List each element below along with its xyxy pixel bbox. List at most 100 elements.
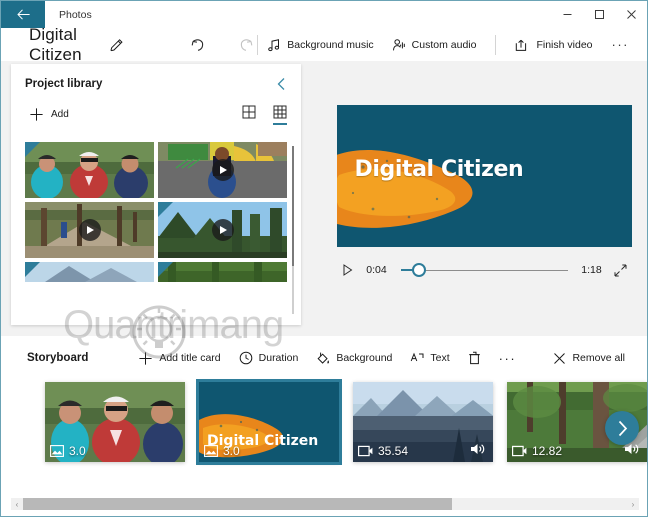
thumbnail-row xyxy=(25,262,287,282)
duration-button[interactable]: Duration xyxy=(231,346,307,370)
divider-2 xyxy=(495,34,497,55)
storyboard-clips: 3.0 Digital Citizen 3.0 35.54 12.82 xyxy=(1,379,647,465)
storyboard-next-button[interactable] xyxy=(605,411,639,445)
fullscreen-icon xyxy=(614,264,627,276)
video-preview-area: Digital Citizen 0:04 1:18 xyxy=(321,61,647,336)
command-bar: Digital Citizen Background music Custom … xyxy=(1,25,647,64)
collapse-library-button[interactable] xyxy=(276,77,287,91)
minimize-button[interactable] xyxy=(551,1,583,28)
command-overflow-button[interactable]: ··· xyxy=(602,32,640,57)
storyboard-clip-title-card[interactable]: Digital Citizen 3.0 xyxy=(196,379,342,465)
remove-all-button[interactable]: Remove all xyxy=(545,347,633,370)
storyboard-toolbar: Storyboard Add title card Duration Backg… xyxy=(1,336,647,380)
speaker-icon xyxy=(471,444,485,454)
storyboard-panel: Storyboard Add title card Duration Backg… xyxy=(1,336,647,516)
library-thumb-green-forest-photo[interactable] xyxy=(158,262,287,282)
storyboard-horizontal-scrollbar[interactable]: ‹ › xyxy=(11,498,639,510)
current-time-label: 0:04 xyxy=(366,264,387,276)
total-time-label: 1:18 xyxy=(581,264,602,276)
play-icon xyxy=(343,264,353,276)
background-music-button[interactable]: Background music xyxy=(258,33,382,57)
library-vertical-scrollbar[interactable] xyxy=(292,146,294,314)
remove-all-label: Remove all xyxy=(572,352,625,364)
library-thumb-cyclists-group-photo[interactable] xyxy=(25,142,154,198)
clip-duration-text: 3.0 xyxy=(69,444,86,458)
clip-duration-badge: 3.0 xyxy=(204,444,240,458)
clip-audio-icon xyxy=(470,442,486,456)
paint-bucket-icon xyxy=(317,352,330,364)
storyboard-clip-mountains[interactable]: 35.54 xyxy=(353,382,493,462)
maximize-button[interactable] xyxy=(583,1,615,28)
scroll-thumb[interactable] xyxy=(23,498,452,510)
cyclists-photo xyxy=(25,142,154,198)
play-button[interactable] xyxy=(337,264,359,276)
grid-small-icon xyxy=(273,105,287,118)
trash-icon xyxy=(468,351,480,365)
orange-brush-stroke-icon xyxy=(336,150,472,228)
slider-knob[interactable] xyxy=(411,263,426,277)
library-thumbnail-grid[interactable] xyxy=(25,142,287,317)
project-title[interactable]: Digital Citizen xyxy=(29,25,99,65)
play-overlay-icon xyxy=(211,159,234,181)
text-button[interactable]: Text xyxy=(402,346,457,370)
duration-label: Duration xyxy=(258,352,299,364)
person-audio-icon xyxy=(392,38,405,50)
clip-duration-badge: 3.0 xyxy=(50,444,86,458)
video-icon xyxy=(358,445,373,457)
background-button[interactable]: Background xyxy=(308,346,400,370)
storyboard-tools: Add title card Duration Background Text … xyxy=(130,346,524,371)
maximize-icon xyxy=(594,10,604,19)
text-label: Text xyxy=(430,352,450,364)
playback-slider[interactable] xyxy=(400,262,568,278)
redo-button[interactable] xyxy=(235,34,257,56)
add-media-label: Add xyxy=(51,109,69,120)
storyboard-clip-cyclists[interactable]: 3.0 xyxy=(45,382,185,462)
custom-audio-button[interactable]: Custom audio xyxy=(383,33,486,57)
storyboard-title: Storyboard xyxy=(27,352,89,364)
preview-title-card-text: Digital Citizen xyxy=(354,157,524,182)
library-thumb-mountain-trees-video[interactable] xyxy=(158,202,287,258)
clip-duration-text: 35.54 xyxy=(378,444,409,458)
library-thumb-playground-child-video[interactable] xyxy=(158,142,287,198)
rename-project-button[interactable] xyxy=(109,36,125,54)
close-button[interactable] xyxy=(615,1,647,28)
grid-small-view-button[interactable] xyxy=(273,105,287,125)
thumbnail-row xyxy=(25,202,287,258)
scroll-right-arrow[interactable]: › xyxy=(627,500,639,509)
selected-corner-indicator xyxy=(25,142,40,157)
grid-large-view-button[interactable] xyxy=(242,105,256,125)
add-media-button[interactable]: Add xyxy=(25,104,73,125)
text-icon xyxy=(411,352,424,362)
add-title-card-button[interactable]: Add title card xyxy=(130,346,228,371)
fullscreen-button[interactable] xyxy=(610,264,632,277)
clip-duration-text: 3.0 xyxy=(223,444,240,458)
music-note-icon xyxy=(268,38,280,51)
library-view-toggles xyxy=(242,105,287,125)
thumbnail-row xyxy=(25,142,287,198)
finish-video-button[interactable]: Finish video xyxy=(506,33,601,57)
chevron-right-icon xyxy=(618,420,627,436)
close-icon xyxy=(626,10,636,19)
scroll-track[interactable] xyxy=(23,498,627,510)
library-title: Project library xyxy=(25,78,103,90)
library-thumb-mountain-lake-photo[interactable] xyxy=(25,262,154,282)
undo-button[interactable] xyxy=(187,34,209,56)
pencil-icon xyxy=(110,38,123,51)
scroll-left-arrow[interactable]: ‹ xyxy=(11,500,23,509)
library-toolbar: Add xyxy=(11,91,301,125)
add-title-card-label: Add title card xyxy=(159,352,221,364)
clip-duration-badge: 12.82 xyxy=(512,444,562,458)
delete-button[interactable] xyxy=(460,346,489,370)
photo-icon xyxy=(50,445,64,457)
library-scroll-thumb[interactable] xyxy=(292,146,294,266)
plus-icon xyxy=(30,108,43,121)
storyboard-more-button[interactable]: ··· xyxy=(491,346,525,371)
selected-corner-indicator xyxy=(25,262,40,277)
finish-video-label: Finish video xyxy=(536,38,593,51)
library-thumb-forest-trail-video[interactable] xyxy=(25,202,154,258)
plus-icon xyxy=(139,351,152,365)
minimize-icon xyxy=(563,14,571,15)
photos-video-editor-window: Photos Digital Citizen Background music … xyxy=(0,0,648,517)
slider-track xyxy=(418,269,568,271)
preview-stage[interactable]: Digital Citizen xyxy=(336,105,632,247)
